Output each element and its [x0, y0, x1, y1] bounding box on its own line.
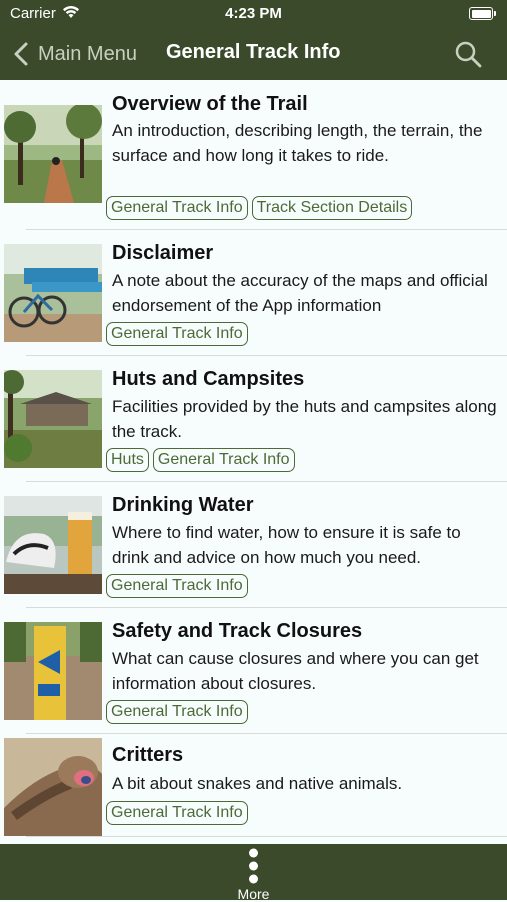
- tag-general-track-info[interactable]: General Track Info: [152, 448, 295, 472]
- status-time: 4:23 PM: [225, 5, 282, 22]
- page-title: General Track Info: [166, 41, 341, 63]
- tag-general-track-info[interactable]: General Track Info: [106, 196, 248, 220]
- tag-list: General Track Info: [106, 322, 248, 346]
- item-title: Huts and Campsites: [112, 368, 305, 390]
- row-divider: [26, 836, 507, 837]
- tag-huts[interactable]: Huts: [106, 448, 149, 472]
- tag-list: General Track Info: [106, 700, 248, 724]
- row-divider: [26, 733, 507, 734]
- item-title: Overview of the Trail: [112, 93, 308, 115]
- tag-general-track-info[interactable]: General Track Info: [106, 574, 248, 598]
- back-button[interactable]: Main Menu: [12, 38, 137, 70]
- item-description: What can cause closures and where you ca…: [112, 649, 479, 693]
- tag-general-track-info[interactable]: General Track Info: [106, 322, 248, 346]
- item-description: A note about the accuracy of the maps an…: [112, 271, 488, 315]
- tag-track-section-details[interactable]: Track Section Details: [251, 196, 413, 220]
- status-bar: Carrier 4:23 PM: [0, 0, 507, 28]
- tag-list: General Track Info Track Section Details: [106, 196, 413, 220]
- item-title: Critters: [112, 744, 184, 766]
- helmet-and-beer-photo: [4, 496, 102, 594]
- search-icon[interactable]: [453, 39, 483, 69]
- back-chevron-icon: [14, 42, 28, 66]
- topic-list: Overview of the Trail An introduction, d…: [0, 80, 507, 844]
- item-description: Where to find water, how to ensure it is…: [112, 523, 461, 567]
- navigation-bar: Main Menu General Track Info: [0, 28, 507, 80]
- item-title: Safety and Track Closures: [112, 620, 363, 642]
- item-title: Drinking Water: [112, 494, 254, 516]
- item-title: Disclaimer: [112, 242, 214, 264]
- item-description: Facilities provided by the huts and camp…: [112, 397, 497, 441]
- row-divider: [26, 607, 507, 608]
- more-dots-icon: [249, 848, 258, 884]
- trail-marker-post-photo: [4, 622, 102, 720]
- tag-general-track-info[interactable]: General Track Info: [106, 700, 248, 724]
- bikes-at-sign-photo: [4, 244, 102, 342]
- row-divider: [26, 481, 507, 482]
- hut-in-bush-photo: [4, 370, 102, 468]
- item-description: A bit about snakes and native animals.: [112, 774, 403, 793]
- item-description: An introduction, describing length, the …: [112, 121, 483, 165]
- back-button-label: Main Menu: [38, 42, 137, 65]
- tab-bar: More: [0, 844, 507, 902]
- battery-icon: [469, 7, 496, 20]
- row-divider: [26, 229, 507, 230]
- blue-tongue-lizard-photo: [4, 738, 102, 836]
- more-button[interactable]: More: [220, 848, 287, 902]
- tag-general-track-info[interactable]: General Track Info: [106, 801, 248, 825]
- row-divider: [26, 355, 507, 356]
- tag-list: General Track Info: [106, 801, 248, 825]
- tag-list: Huts General Track Info: [106, 448, 295, 472]
- trail-forest-photo: [4, 105, 102, 203]
- tag-list: General Track Info: [106, 574, 248, 598]
